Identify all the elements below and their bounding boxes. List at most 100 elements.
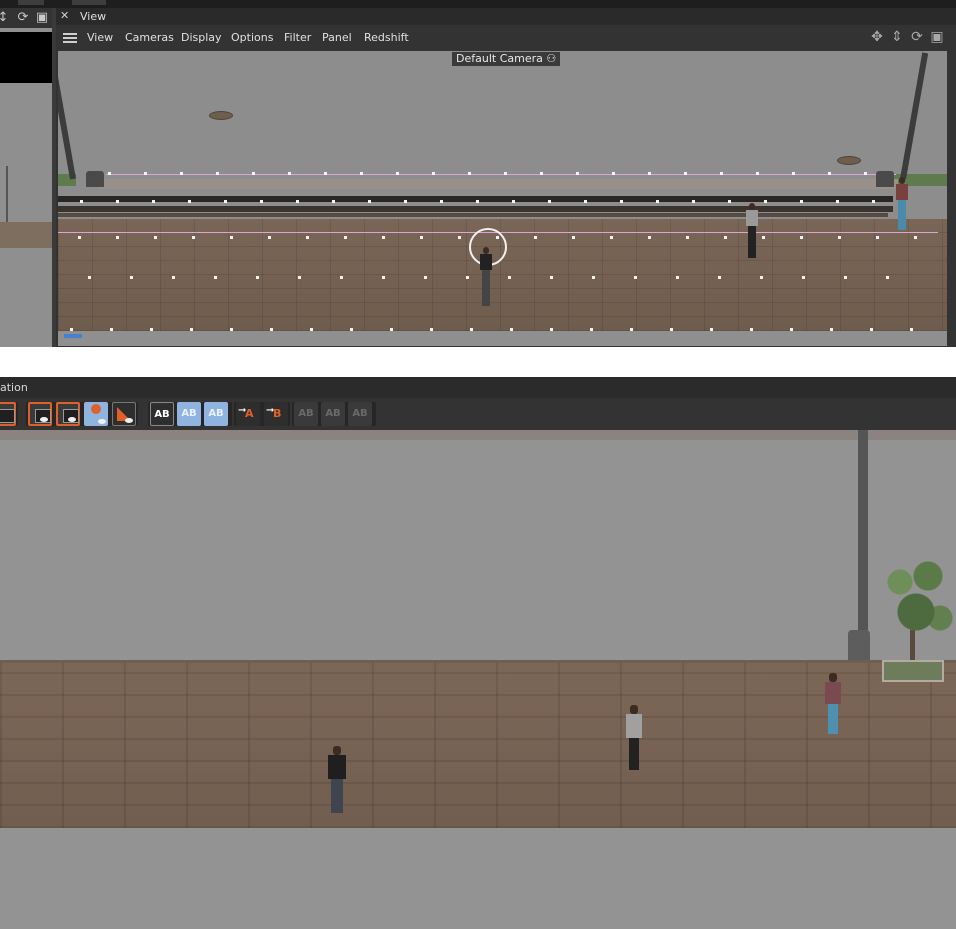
render-top-band	[0, 430, 956, 440]
marker-dot	[872, 200, 875, 203]
marker-dot	[876, 236, 879, 239]
close-icon[interactable]: ✕	[60, 9, 72, 23]
rotate-icon[interactable]: ⟳	[909, 29, 925, 45]
marker-dot	[592, 276, 595, 279]
left-panel: ↕ ⟳ ▣	[0, 8, 52, 347]
hamburger-menu-icon[interactable]	[63, 33, 77, 43]
marker-dot	[718, 276, 721, 279]
marker-dot	[724, 236, 727, 239]
menu-cameras[interactable]: Cameras	[125, 31, 174, 44]
marker-dot	[230, 328, 233, 331]
menu-filter[interactable]: Filter	[284, 31, 311, 44]
eye-icon	[40, 417, 48, 422]
marker-dot	[792, 172, 795, 175]
tab-stub[interactable]	[18, 0, 44, 5]
marker-dot	[508, 276, 511, 279]
marker-dot	[190, 328, 193, 331]
zoom-icon[interactable]: ⇕	[889, 29, 905, 45]
snapshot-view-button[interactable]	[56, 402, 80, 426]
view-panel: ✕ View View Cameras Display Options Filt…	[56, 8, 956, 347]
maximize-icon[interactable]: ▣	[929, 29, 945, 45]
marker-dot	[550, 276, 553, 279]
dot-row	[80, 200, 880, 204]
marker-dot	[382, 276, 385, 279]
manhole	[209, 111, 233, 120]
marker-dot	[368, 200, 371, 203]
marker-dot	[80, 200, 83, 203]
arrow-right-icon: ➞	[238, 405, 247, 416]
marker-dot	[728, 200, 731, 203]
ab-horizontal-button[interactable]: AB	[177, 402, 201, 426]
set-a-button[interactable]: A ➞	[236, 402, 260, 426]
marker-dot	[802, 276, 805, 279]
ab-swap-button[interactable]: AB	[294, 402, 318, 426]
marker-dot	[800, 200, 803, 203]
ab-cycle-button[interactable]: AB	[348, 402, 372, 426]
set-b-button[interactable]: B ➞	[264, 402, 288, 426]
move-icon[interactable]: ✥	[869, 29, 885, 45]
person-figure	[824, 673, 842, 737]
marker-dot	[420, 236, 423, 239]
eye-icon	[68, 417, 76, 422]
marker-dot	[440, 200, 443, 203]
top-window: ↕ ⟳ ▣ ✕ View View Cameras Display Option…	[0, 0, 956, 347]
ab-stack-button[interactable]: AB	[321, 402, 345, 426]
render-view[interactable]	[0, 430, 956, 929]
marker-dot	[790, 328, 793, 331]
compare-view-button[interactable]	[84, 402, 108, 426]
ab-label: AB	[208, 408, 224, 419]
marker-dot	[676, 276, 679, 279]
planter	[882, 660, 944, 682]
manhole	[837, 156, 861, 165]
marker-dot	[430, 328, 433, 331]
render-window-title: ation	[0, 381, 28, 394]
menu-options[interactable]: Options	[231, 31, 273, 44]
marker-dot	[762, 236, 765, 239]
zoom-icon[interactable]: ↕	[0, 11, 10, 25]
tree	[876, 540, 956, 660]
marker-dot	[70, 328, 73, 331]
render-window: ation AB AB AB A ➞ B ➞ AB AB AB	[0, 377, 956, 929]
maximize-icon[interactable]: ▣	[35, 11, 49, 25]
marker-dot	[340, 276, 343, 279]
marker-dot	[620, 200, 623, 203]
snapshot-button[interactable]	[28, 402, 52, 426]
marker-dot	[648, 172, 651, 175]
toolbar-group	[0, 402, 18, 426]
marker-dot	[844, 276, 847, 279]
menu-redshift[interactable]: Redshift	[364, 31, 409, 44]
ab-label: AB	[181, 408, 197, 419]
menu-view[interactable]: View	[87, 31, 113, 44]
rotate-icon[interactable]: ⟳	[16, 11, 30, 25]
marker-dot	[534, 236, 537, 239]
menu-display[interactable]: Display	[181, 31, 222, 44]
marker-dot	[764, 200, 767, 203]
lamp-post	[858, 430, 868, 640]
marker-dot	[230, 236, 233, 239]
3d-viewport[interactable]: Default Camera ⚇	[58, 51, 947, 346]
lamp-post	[58, 52, 76, 180]
ab-vertical-button[interactable]: AB	[204, 402, 228, 426]
marker-dot	[590, 328, 593, 331]
view-menubar: View Cameras Display Options Filter Pane…	[56, 25, 956, 51]
toolbar-group: AB AB AB	[148, 402, 232, 426]
menu-panel[interactable]: Panel	[322, 31, 352, 44]
marker-dot	[324, 172, 327, 175]
marker-dot	[750, 328, 753, 331]
marker-dot	[612, 172, 615, 175]
marker-dot	[504, 172, 507, 175]
ab-compare-button[interactable]: AB	[150, 402, 174, 426]
tab-stub[interactable]	[72, 0, 106, 5]
marker-dot	[634, 276, 637, 279]
camera-label[interactable]: Default Camera ⚇	[452, 52, 561, 66]
marker-dot	[540, 172, 543, 175]
channel-split-button[interactable]	[112, 402, 136, 426]
dot-row	[88, 276, 928, 280]
marker-dot	[270, 328, 273, 331]
marker-dot	[150, 328, 153, 331]
marker-dot	[382, 236, 385, 239]
marker-dot	[404, 200, 407, 203]
render-region-button[interactable]	[0, 402, 16, 426]
marker-dot	[548, 200, 551, 203]
render-toolbar: AB AB AB A ➞ B ➞ AB AB AB	[0, 398, 956, 430]
